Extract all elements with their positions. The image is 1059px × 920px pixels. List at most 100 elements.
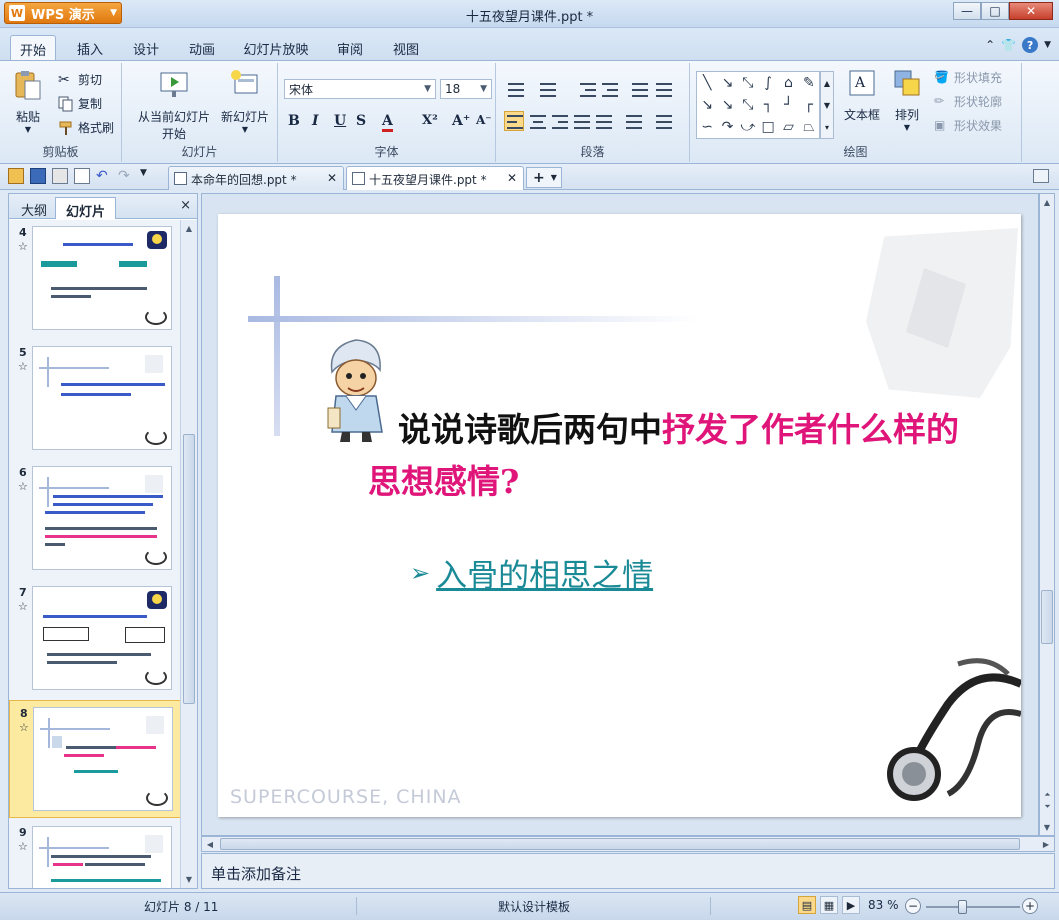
shapes-gallery[interactable]: ╲ ↘ ⤡ ∫ ⌂ ✎ ↘ ↘ ⤡ ┐ ┘ ┌ ∽ ↷ ⤻ □ ▱ ⏢ <box>696 71 820 139</box>
cut-button[interactable]: ✂ 剪切 <box>58 71 102 88</box>
tab-insert[interactable]: 插入 <box>68 35 112 60</box>
numbering-icon[interactable] <box>540 83 556 97</box>
arrange-button[interactable]: 排列 ▼ <box>888 67 926 132</box>
thumbnail-scrollbar[interactable]: ▲ ▼ <box>180 220 197 888</box>
shape-fill-button[interactable]: 🪣 形状填充 <box>934 69 1002 86</box>
font-color-button[interactable]: A <box>382 113 393 132</box>
notes-pane[interactable]: 单击添加备注 <box>201 853 1055 889</box>
slideshow-view-icon[interactable]: ▶ <box>842 896 860 914</box>
underline-button[interactable]: U <box>334 113 346 129</box>
tab-review[interactable]: 审阅 <box>328 35 372 60</box>
customize-toolbar-icon[interactable]: ▼ <box>140 168 156 184</box>
scroll-left-icon[interactable]: ◀ <box>202 837 218 851</box>
tab-animation[interactable]: 动画 <box>180 35 224 60</box>
elbow-arrow-shape-icon[interactable]: ┘ <box>784 97 792 113</box>
align-text-icon[interactable] <box>656 83 672 97</box>
close-window-button[interactable]: ✕ <box>1009 2 1053 20</box>
new-tab-button[interactable]: + ▼ <box>526 167 562 188</box>
doc-tab-2[interactable]: 十五夜望月课件.ppt * ✕ <box>346 166 524 190</box>
bullets-icon[interactable] <box>508 83 524 97</box>
zoom-level[interactable]: 83 % <box>868 898 899 912</box>
font-name-select[interactable]: 宋体 ▼ <box>284 79 436 99</box>
align-right-icon[interactable] <box>552 115 568 129</box>
chevron-up-icon[interactable]: ▲ <box>824 79 830 88</box>
redo-icon[interactable]: ↷ <box>118 168 134 184</box>
font-size-select[interactable]: 18 ▼ <box>440 79 492 99</box>
grow-font-button[interactable]: A⁺ <box>452 113 470 129</box>
paste-button[interactable]: 粘贴 ▼ <box>8 69 48 134</box>
open-folder-icon[interactable] <box>8 168 24 184</box>
slide-thumb-6[interactable]: 6 ☆ <box>9 460 181 578</box>
tab-design[interactable]: 设计 <box>124 35 168 60</box>
slide-sorter-view-icon[interactable]: ▦ <box>820 896 838 914</box>
skin-icon[interactable]: 👕 <box>1001 38 1016 52</box>
scrollbar-thumb[interactable] <box>1041 590 1053 644</box>
wps-menu-button[interactable]: W WPS 演示 ▼ <box>4 2 122 24</box>
play-from-current-button[interactable]: 从当前幻灯片 开始 <box>130 69 218 142</box>
rectangle-shape-icon[interactable]: □ <box>762 119 775 135</box>
shape-effect-button[interactable]: ▣ 形状效果 <box>934 117 1002 134</box>
align-center-icon[interactable] <box>530 115 546 129</box>
zoom-slider-handle[interactable] <box>958 900 967 914</box>
connector-double-shape-icon[interactable]: ⤡ <box>742 97 753 113</box>
zoom-in-icon[interactable]: + <box>1022 898 1038 914</box>
trapezoid-shape-icon[interactable]: ⏢ <box>803 119 814 135</box>
more-icon[interactable]: ▾ <box>825 123 829 132</box>
collapse-ribbon-icon[interactable]: ⌃ <box>985 38 995 52</box>
zoom-slider-track[interactable] <box>926 906 1020 908</box>
normal-view-icon[interactable]: ▤ <box>798 896 816 914</box>
current-slide[interactable]: 说说诗歌后两句中抒发了作者什么样的思想感情? ➢ 入骨的相思之情 SUPERCO… <box>218 214 1021 817</box>
chevron-down-icon[interactable]: ▼ <box>824 101 830 110</box>
slide-thumb-7[interactable]: 7 ☆ <box>9 580 181 698</box>
scroll-up-icon[interactable]: ▲ <box>181 220 197 237</box>
freeform-shape-icon[interactable]: ⌂ <box>784 75 793 91</box>
slide-title[interactable]: 说说诗歌后两句中抒发了作者什么样的思想感情? <box>368 404 968 508</box>
textbox-button[interactable]: A 文本框 <box>840 67 884 123</box>
tab-home[interactable]: 开始 <box>10 35 56 60</box>
close-tab-icon[interactable]: ✕ <box>507 171 517 185</box>
scribble-shape-icon[interactable]: ✎ <box>803 75 815 91</box>
scroll-up-icon[interactable]: ▲ <box>1040 194 1054 210</box>
elbow-double-shape-icon[interactable]: ┌ <box>805 97 813 113</box>
slide-thumb-4[interactable]: 4 ☆ <box>9 220 181 338</box>
maximize-button[interactable]: □ <box>981 2 1009 20</box>
arrow-shape-icon[interactable]: ↘ <box>722 75 734 91</box>
scroll-down-icon[interactable]: ▼ <box>1040 819 1054 835</box>
curve-shape-icon[interactable]: ∫ <box>765 75 772 91</box>
tab-slideshow[interactable]: 幻灯片放映 <box>236 35 316 60</box>
columns-icon[interactable] <box>656 115 672 129</box>
shrink-font-button[interactable]: A⁻ <box>476 113 492 127</box>
slide-thumb-9[interactable]: 9 ☆ <box>9 820 181 888</box>
new-slide-button[interactable]: 新幻灯片 ▼ <box>218 69 272 134</box>
tab-slides-list[interactable]: 幻灯片 <box>55 197 117 220</box>
tab-outline[interactable]: 大纲 <box>11 197 57 219</box>
print-icon[interactable] <box>52 168 68 184</box>
decrease-indent-icon[interactable] <box>580 83 596 97</box>
previous-slide-icon[interactable]: ⏶ <box>1042 790 1053 800</box>
line-shape-icon[interactable]: ╲ <box>703 75 711 91</box>
print-preview-icon[interactable] <box>74 168 90 184</box>
justify-icon[interactable] <box>574 115 590 129</box>
italic-button[interactable]: I <box>312 113 319 129</box>
copy-button[interactable]: 复制 <box>58 95 102 112</box>
undo-icon[interactable]: ↶ <box>96 168 112 184</box>
help-icon[interactable]: ? <box>1022 37 1039 53</box>
slide-bullet-link[interactable]: 入骨的相思之情 <box>436 550 653 595</box>
minimize-button[interactable]: — <box>953 2 981 20</box>
save-icon[interactable] <box>30 168 46 184</box>
scroll-down-icon[interactable]: ▼ <box>181 871 197 888</box>
curved-double-shape-icon[interactable]: ⤻ <box>740 119 755 135</box>
close-pane-icon[interactable]: × <box>180 198 191 213</box>
next-slide-icon[interactable]: ⏷ <box>1042 802 1053 812</box>
format-painter-button[interactable]: 格式刷 <box>58 119 114 136</box>
slide-thumb-5[interactable]: 5 ☆ <box>9 340 181 458</box>
parallelogram-shape-icon[interactable]: ▱ <box>783 119 794 135</box>
distribute-icon[interactable] <box>596 115 612 129</box>
design-template-name[interactable]: 默认设计模板 <box>498 898 570 915</box>
close-tab-icon[interactable]: ✕ <box>327 171 337 185</box>
tab-view[interactable]: 视图 <box>384 35 428 60</box>
horizontal-scrollbar[interactable]: ◀ ▶ <box>201 836 1055 852</box>
elbow-connector-shape-icon[interactable]: ┐ <box>764 97 772 113</box>
line-spacing-icon[interactable] <box>626 115 642 129</box>
connector-arrow-shape-icon[interactable]: ↘ <box>722 97 734 113</box>
